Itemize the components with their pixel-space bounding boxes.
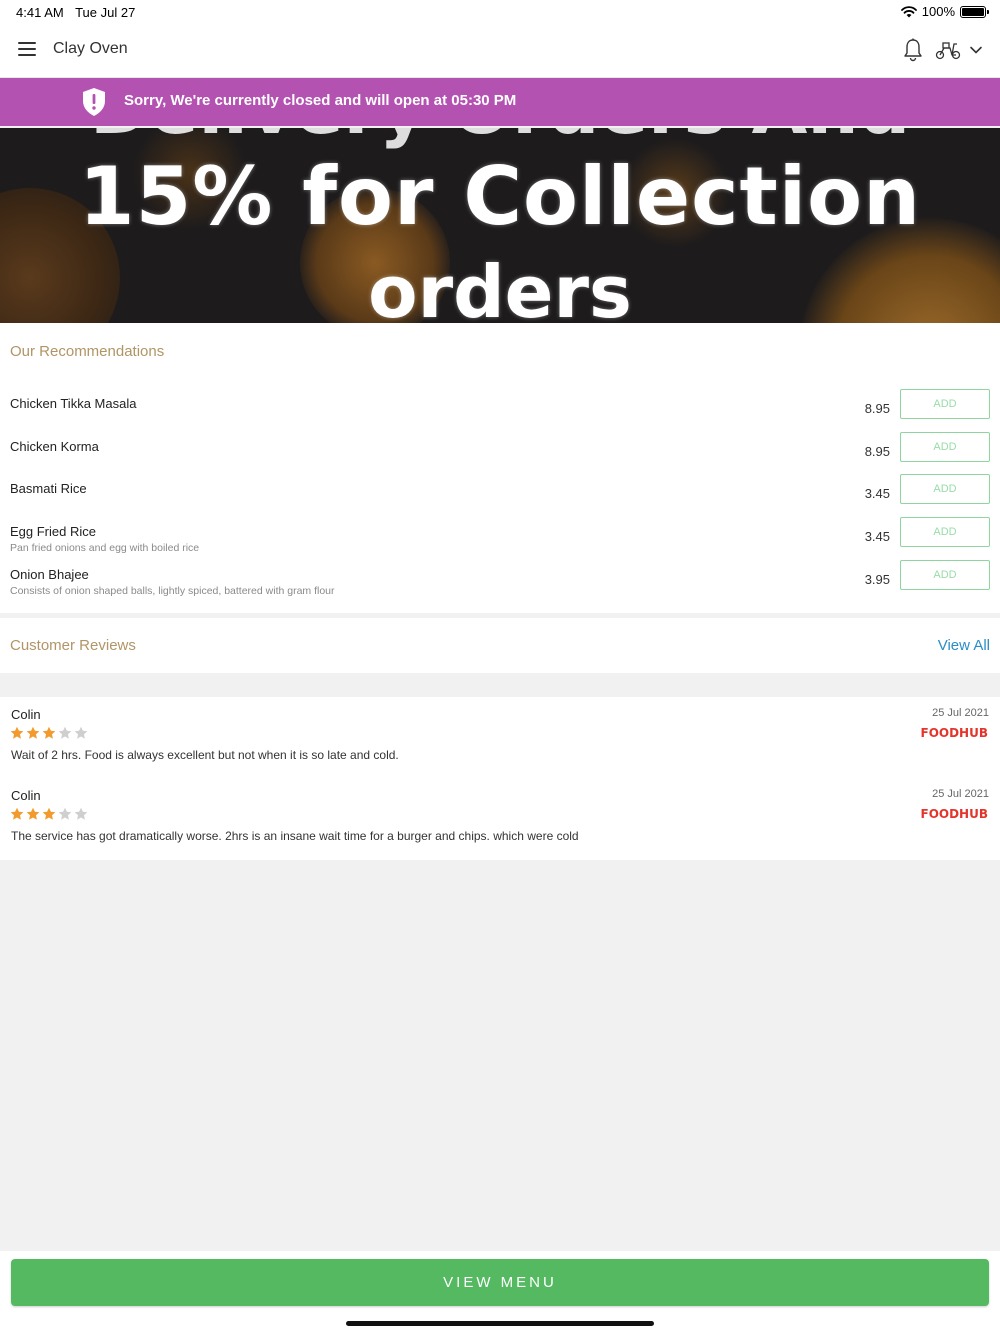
item-price: 3.95 xyxy=(864,572,890,587)
chevron-down-icon[interactable] xyxy=(969,43,983,57)
add-button[interactable]: ADD xyxy=(900,389,990,419)
star-rating xyxy=(10,726,88,740)
star-empty-icon xyxy=(74,726,88,739)
item-price: 8.95 xyxy=(864,401,890,416)
recommendations-section: Our Recommendations Chicken Tikka Masala… xyxy=(0,323,1000,613)
star-filled-icon xyxy=(42,726,56,739)
review-date: 25 Jul 2021 xyxy=(932,788,989,800)
add-button[interactable]: ADD xyxy=(900,432,990,462)
item-name: Chicken Korma xyxy=(10,439,99,454)
review-date: 25 Jul 2021 xyxy=(932,707,989,719)
battery-icon xyxy=(960,5,989,18)
closed-message: Sorry, We're currently closed and will o… xyxy=(124,92,517,109)
item-description: Pan fried onions and egg with boiled ric… xyxy=(10,542,200,554)
reviews-title: Customer Reviews xyxy=(10,637,136,654)
wifi-icon xyxy=(900,5,917,17)
status-bar: 4:41 AM Tue Jul 27 100% xyxy=(0,0,1000,24)
menu-item: Basmati Rice 3.45 ADD xyxy=(0,474,1000,521)
promo-text-line1: 15% for Collection xyxy=(78,150,922,243)
star-empty-icon xyxy=(74,807,88,820)
review-item: Colin The service has got dramatically w… xyxy=(0,778,1000,853)
star-rating xyxy=(10,807,88,821)
view-all-reviews-link[interactable]: View All xyxy=(938,637,990,654)
item-price: 3.45 xyxy=(864,486,890,501)
review-text: The service has got dramatically worse. … xyxy=(11,829,579,843)
recommendations-title: Our Recommendations xyxy=(10,343,165,360)
menu-item: Chicken Tikka Masala 8.95 ADD xyxy=(0,389,1000,436)
reviews-header: Customer Reviews View All xyxy=(0,618,1000,673)
promo-text-top: Delivery Orders And xyxy=(0,128,1000,150)
menu-item: Egg Fried Rice Pan fried onions and egg … xyxy=(0,517,1000,564)
item-description: Consists of onion shaped balls, lightly … xyxy=(10,585,335,597)
foodhub-logo: FOODHUB xyxy=(920,807,989,821)
foodhub-logo: FOODHUB xyxy=(920,726,989,740)
add-button[interactable]: ADD xyxy=(900,560,990,590)
bell-icon[interactable] xyxy=(902,38,924,62)
closed-banner: Sorry, We're currently closed and will o… xyxy=(0,78,1000,126)
item-price: 8.95 xyxy=(864,444,890,459)
promo-text-line2: orders xyxy=(368,250,632,323)
delivery-scooter-icon[interactable] xyxy=(935,40,961,60)
reviews-list: Colin Wait of 2 hrs. Food is always exce… xyxy=(0,697,1000,860)
menu-item: Onion Bhajee Consists of onion shaped ba… xyxy=(0,560,1000,607)
status-time: 4:41 AM xyxy=(16,5,64,20)
star-filled-icon xyxy=(26,807,40,820)
star-filled-icon xyxy=(10,807,24,820)
view-menu-button[interactable]: VIEW MENU xyxy=(11,1259,989,1306)
app-header: Clay Oven xyxy=(0,24,1000,78)
review-item: Colin Wait of 2 hrs. Food is always exce… xyxy=(0,697,1000,772)
star-empty-icon xyxy=(58,726,72,739)
item-name: Egg Fried Rice xyxy=(10,524,96,539)
review-text: Wait of 2 hrs. Food is always excellent … xyxy=(11,748,399,762)
reviewer-name: Colin xyxy=(11,707,41,722)
add-button[interactable]: ADD xyxy=(900,474,990,504)
item-name: Chicken Tikka Masala xyxy=(10,396,137,411)
item-price: 3.45 xyxy=(864,529,890,544)
battery-percent: 100% xyxy=(921,4,955,19)
star-empty-icon xyxy=(58,807,72,820)
star-filled-icon xyxy=(26,726,40,739)
star-filled-icon xyxy=(10,726,24,739)
restaurant-title: Clay Oven xyxy=(53,40,128,57)
home-indicator[interactable] xyxy=(346,1321,654,1326)
reviewer-name: Colin xyxy=(11,788,41,803)
hamburger-menu-icon[interactable] xyxy=(18,42,36,56)
add-button[interactable]: ADD xyxy=(900,517,990,547)
promo-banner[interactable]: Delivery Orders And 15% for Collection o… xyxy=(0,128,1000,323)
item-name: Onion Bhajee xyxy=(10,567,89,582)
shield-alert-icon xyxy=(83,88,105,116)
menu-item: Chicken Korma 8.95 ADD xyxy=(0,432,1000,479)
item-name: Basmati Rice xyxy=(10,481,87,496)
star-filled-icon xyxy=(42,807,56,820)
status-date: Tue Jul 27 xyxy=(75,5,136,20)
